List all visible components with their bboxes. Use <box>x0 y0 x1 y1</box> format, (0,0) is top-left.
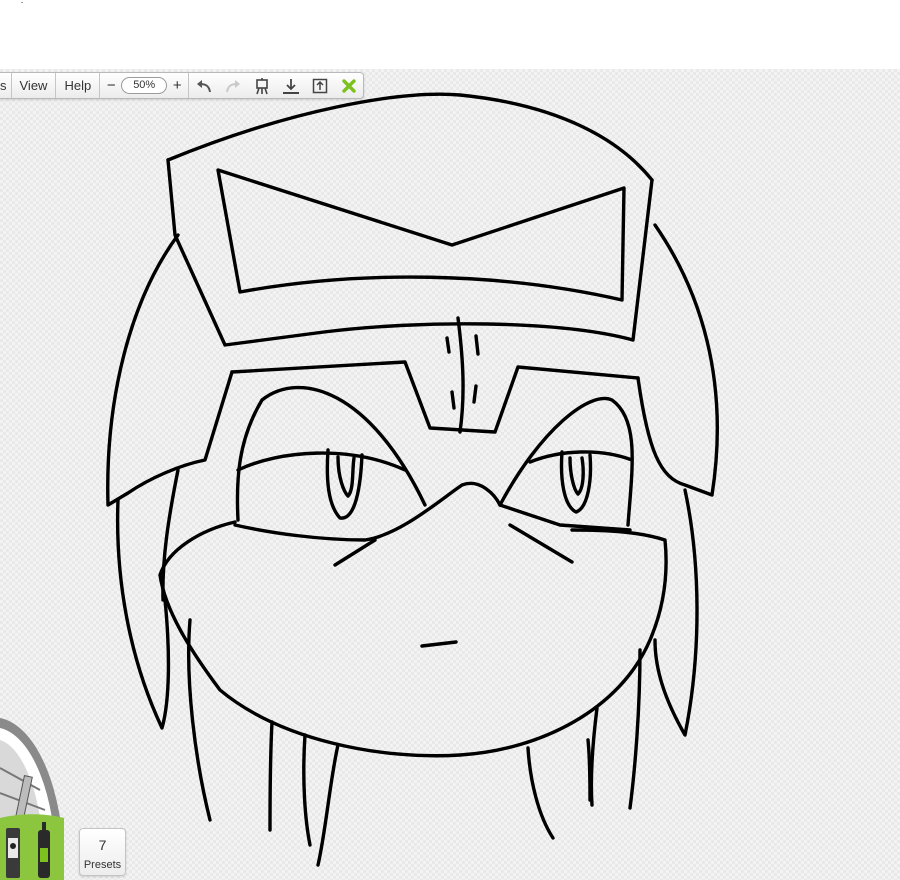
share-button[interactable] <box>305 73 334 98</box>
zoom-out-button[interactable]: − <box>104 78 118 93</box>
zoom-in-button[interactable]: + <box>170 78 184 93</box>
redo-button[interactable] <box>218 73 247 98</box>
canvas-settings-button[interactable] <box>247 73 276 98</box>
main-toolbar: s View Help − 50% + <box>0 72 364 99</box>
menu-item-help[interactable]: Help <box>56 73 101 98</box>
redo-icon <box>225 79 240 92</box>
upload-icon <box>312 78 327 93</box>
presets-count: 7 <box>98 837 107 853</box>
close-icon <box>341 78 356 93</box>
presets-button[interactable]: 7 Presets <box>79 828 126 876</box>
undo-button[interactable] <box>189 73 218 98</box>
menu-item-view[interactable]: View <box>12 73 57 98</box>
download-icon <box>282 78 299 94</box>
save-button[interactable] <box>276 73 305 98</box>
presets-label: Presets <box>83 859 122 871</box>
menu-item-partial[interactable]: s <box>0 73 12 98</box>
close-button[interactable] <box>334 73 363 98</box>
line-art-drawing <box>106 92 719 867</box>
easel-icon <box>255 77 268 94</box>
brush-selector-wheel[interactable] <box>0 718 70 880</box>
undo-icon <box>196 79 211 92</box>
paint-tube-icon[interactable] <box>38 822 50 878</box>
zoom-control: − 50% + <box>100 73 190 98</box>
zoom-level-field[interactable]: 50% <box>121 77 168 94</box>
marker-brush-icon[interactable] <box>6 828 20 878</box>
